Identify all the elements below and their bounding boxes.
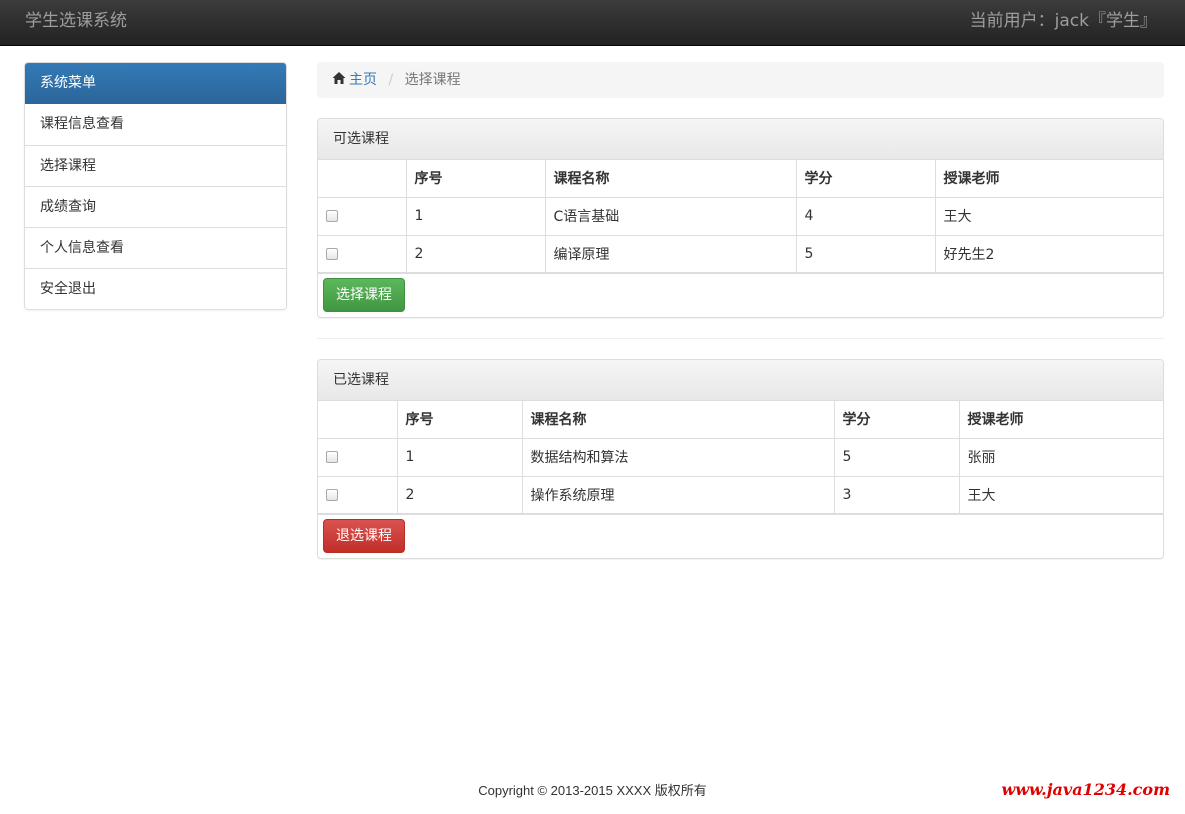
- sidebar-item-profile[interactable]: 个人信息查看: [25, 227, 286, 268]
- table-row: 2 操作系统原理 3 王大: [318, 475, 1163, 515]
- breadcrumb: 主页 / 选择课程: [317, 62, 1164, 98]
- brand-title[interactable]: 学生选课系统: [25, 11, 127, 31]
- selected-courses-table: 序号 课程名称 学分 授课老师 1 数据结构和算法 5 张丽 2 操作系统原理 …: [318, 401, 1163, 515]
- column-header-no: 序号: [405, 160, 546, 198]
- column-header-name: 课程名称: [544, 160, 797, 198]
- sidebar-item-grades[interactable]: 成绩查询: [25, 186, 286, 227]
- sidebar-item-select-course[interactable]: 选择课程: [25, 145, 286, 186]
- cell-no: 1: [405, 196, 546, 236]
- table-row: 1 C语言基础 4 王大: [318, 196, 1163, 236]
- cell-name: C语言基础: [544, 196, 797, 236]
- cell-credit: 5: [833, 437, 960, 477]
- column-header-no: 序号: [396, 401, 523, 439]
- selected-courses-panel: 已选课程 序号 课程名称 学分 授课老师 1 数据结构和算法 5 张丽 2 操作: [317, 359, 1164, 559]
- selected-courses-title: 已选课程: [318, 360, 1163, 401]
- cell-teacher: 张丽: [958, 437, 1163, 477]
- column-header-credit: 学分: [833, 401, 960, 439]
- cell-credit: 5: [795, 234, 936, 274]
- drop-course-button[interactable]: 退选课程: [323, 519, 405, 553]
- sidebar-item-logout[interactable]: 安全退出: [25, 268, 286, 309]
- cell-name: 编译原理: [544, 234, 797, 274]
- cell-teacher: 王大: [934, 196, 1163, 236]
- table-row: 1 数据结构和算法 5 张丽: [318, 437, 1163, 477]
- cell-credit: 4: [795, 196, 936, 236]
- row-checkbox[interactable]: [326, 247, 338, 260]
- available-courses-panel: 可选课程 序号 课程名称 学分 授课老师 1 C语言基础 4 王大 2 编译原理: [317, 118, 1164, 318]
- checkbox-column-header: [318, 401, 398, 439]
- available-courses-table: 序号 课程名称 学分 授课老师 1 C语言基础 4 王大 2 编译原理 5 好先…: [318, 160, 1163, 274]
- checkbox-column-header: [318, 160, 407, 198]
- cell-name: 数据结构和算法: [521, 437, 835, 477]
- column-header-teacher: 授课老师: [934, 160, 1163, 198]
- breadcrumb-separator: /: [388, 72, 394, 88]
- cell-no: 2: [405, 234, 546, 274]
- sidebar-heading: 系统菜单: [25, 63, 286, 104]
- column-header-credit: 学分: [795, 160, 936, 198]
- sidebar-menu: 系统菜单 课程信息查看 选择课程 成绩查询 个人信息查看 安全退出: [24, 62, 287, 310]
- column-header-name: 课程名称: [521, 401, 835, 439]
- section-divider: [317, 338, 1164, 339]
- top-navbar: 学生选课系统 当前用户：jack『学生』: [0, 0, 1185, 46]
- available-courses-title: 可选课程: [318, 119, 1163, 160]
- breadcrumb-home-label: 主页: [349, 72, 377, 88]
- breadcrumb-home-link[interactable]: 主页: [332, 72, 381, 88]
- current-user-label: 当前用户：jack『学生』: [969, 11, 1157, 31]
- breadcrumb-current: 选择课程: [404, 72, 461, 88]
- table-row: 2 编译原理 5 好先生2: [318, 234, 1163, 274]
- row-checkbox[interactable]: [326, 488, 338, 501]
- row-checkbox[interactable]: [326, 210, 338, 222]
- cell-teacher: 王大: [958, 475, 1163, 515]
- home-icon: [332, 72, 346, 84]
- sidebar-item-course-info[interactable]: 课程信息查看: [25, 104, 286, 145]
- cell-credit: 3: [833, 475, 960, 515]
- watermark: www.java1234.com: [1001, 780, 1170, 799]
- cell-teacher: 好先生2: [934, 234, 1163, 274]
- cell-no: 2: [396, 475, 523, 515]
- cell-name: 操作系统原理: [521, 475, 835, 515]
- row-checkbox[interactable]: [326, 451, 338, 463]
- cell-no: 1: [396, 437, 523, 477]
- column-header-teacher: 授课老师: [958, 401, 1163, 439]
- select-course-button[interactable]: 选择课程: [323, 278, 405, 312]
